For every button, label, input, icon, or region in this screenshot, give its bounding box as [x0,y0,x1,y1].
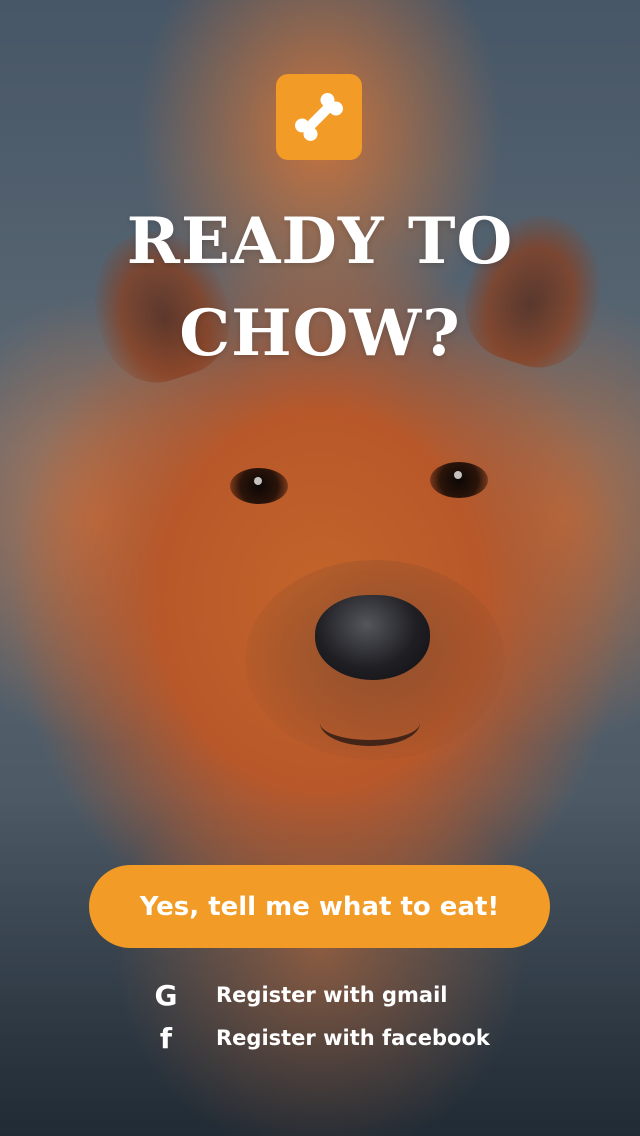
page-title: READY TO CHOW? [0,196,640,380]
photo-vignette [0,0,640,1136]
get-started-button[interactable]: Yes, tell me what to eat! [89,865,550,948]
register-facebook-link[interactable]: f Register with facebook [146,1018,490,1058]
onboarding-screen: READY TO CHOW? Yes, tell me what to eat!… [0,0,640,1136]
facebook-icon: f [159,1021,173,1055]
register-facebook-label: Register with facebook [216,1026,490,1050]
headline-line-2: CHOW? [179,296,461,371]
register-gmail-label: Register with gmail [216,983,448,1007]
headline-line-1: READY TO [126,204,514,279]
register-gmail-link[interactable]: G Register with gmail [146,975,448,1015]
bone-icon [295,93,343,141]
app-logo [276,74,362,160]
google-icon: G [154,978,178,1012]
